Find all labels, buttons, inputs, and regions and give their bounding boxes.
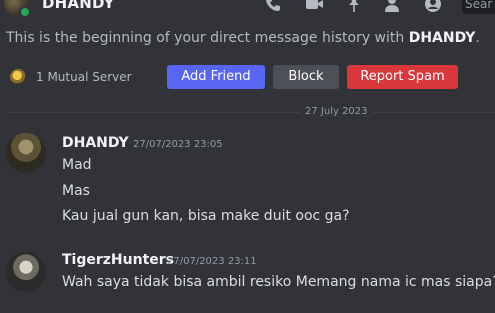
avatar[interactable]: [6, 133, 46, 173]
message-author[interactable]: DHANDY: [62, 135, 129, 151]
message-text: Kau jual gun kan, bisa make duit ooc ga?: [62, 208, 350, 224]
message-timestamp: 27/07/2023 23:11: [167, 256, 257, 267]
user-profile-icon[interactable]: [423, 0, 443, 14]
mutual-servers-label: 1 Mutual Server: [36, 70, 132, 84]
message-text: Mas: [62, 183, 90, 199]
block-button[interactable]: Block: [273, 65, 339, 89]
video-call-icon[interactable]: [304, 0, 324, 14]
message-timestamp: 27/07/2023 23:05: [133, 139, 223, 150]
add-friends-to-dm-icon[interactable]: [382, 0, 402, 14]
dm-intro-name: DHANDY: [408, 30, 476, 46]
date-divider-label: 27 July 2023: [300, 105, 373, 119]
dm-header: DHANDY Sear: [0, 0, 495, 16]
date-divider-line: [6, 112, 495, 113]
server-icon: [10, 69, 26, 85]
online-status-icon: [19, 6, 31, 16]
mutual-servers-link[interactable]: 1 Mutual Server: [10, 67, 132, 87]
message-text: Wah saya tidak bisa ambil resiko Memang …: [62, 274, 495, 290]
message-author[interactable]: TigerzHunters: [62, 252, 174, 268]
search-input[interactable]: Sear: [462, 0, 495, 14]
call-icon[interactable]: [263, 0, 283, 14]
dm-intro-text: This is the beginning of your direct mes…: [6, 30, 480, 46]
report-spam-button[interactable]: Report Spam: [347, 65, 458, 89]
add-friend-button[interactable]: Add Friend: [167, 65, 265, 89]
dm-title[interactable]: DHANDY: [42, 0, 115, 12]
pinned-messages-icon[interactable]: [344, 0, 364, 14]
message-text: Mad: [62, 157, 92, 173]
avatar[interactable]: [6, 252, 46, 292]
